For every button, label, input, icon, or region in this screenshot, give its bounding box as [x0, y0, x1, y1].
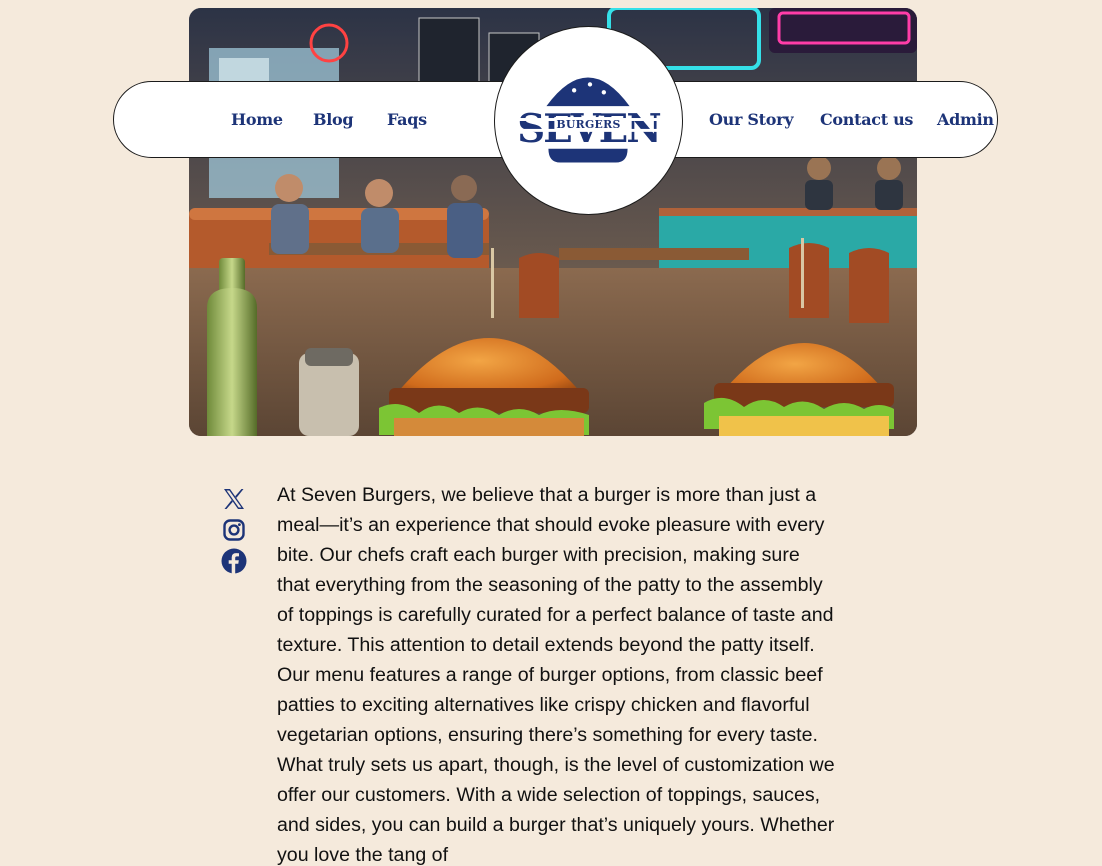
nav-link-faqs[interactable]: Faqs: [387, 82, 427, 157]
facebook-icon: [221, 548, 247, 574]
instagram-icon: [223, 519, 245, 541]
x-twitter-link[interactable]: [220, 485, 248, 513]
nav-link-contact-us[interactable]: Contact us: [820, 82, 913, 157]
facebook-link[interactable]: [220, 547, 248, 575]
brand-logo[interactable]: SEVEN BURGERS: [494, 26, 683, 215]
nav-link-home[interactable]: Home: [231, 82, 283, 157]
x-twitter-icon: [224, 489, 244, 509]
nav-link-admin[interactable]: Admin: [937, 82, 994, 157]
instagram-link[interactable]: [220, 516, 248, 544]
logo-sub-word: BURGERS: [556, 118, 620, 131]
burger-logo-icon: SEVEN BURGERS: [514, 77, 662, 163]
nav-link-our-story[interactable]: Our Story: [709, 82, 794, 157]
nav-link-blog[interactable]: Blog: [313, 82, 354, 157]
about-paragraph: At Seven Burgers, we believe that a burg…: [277, 484, 835, 866]
page: Home Blog Faqs Our Story Contact us Admi…: [0, 0, 1102, 866]
